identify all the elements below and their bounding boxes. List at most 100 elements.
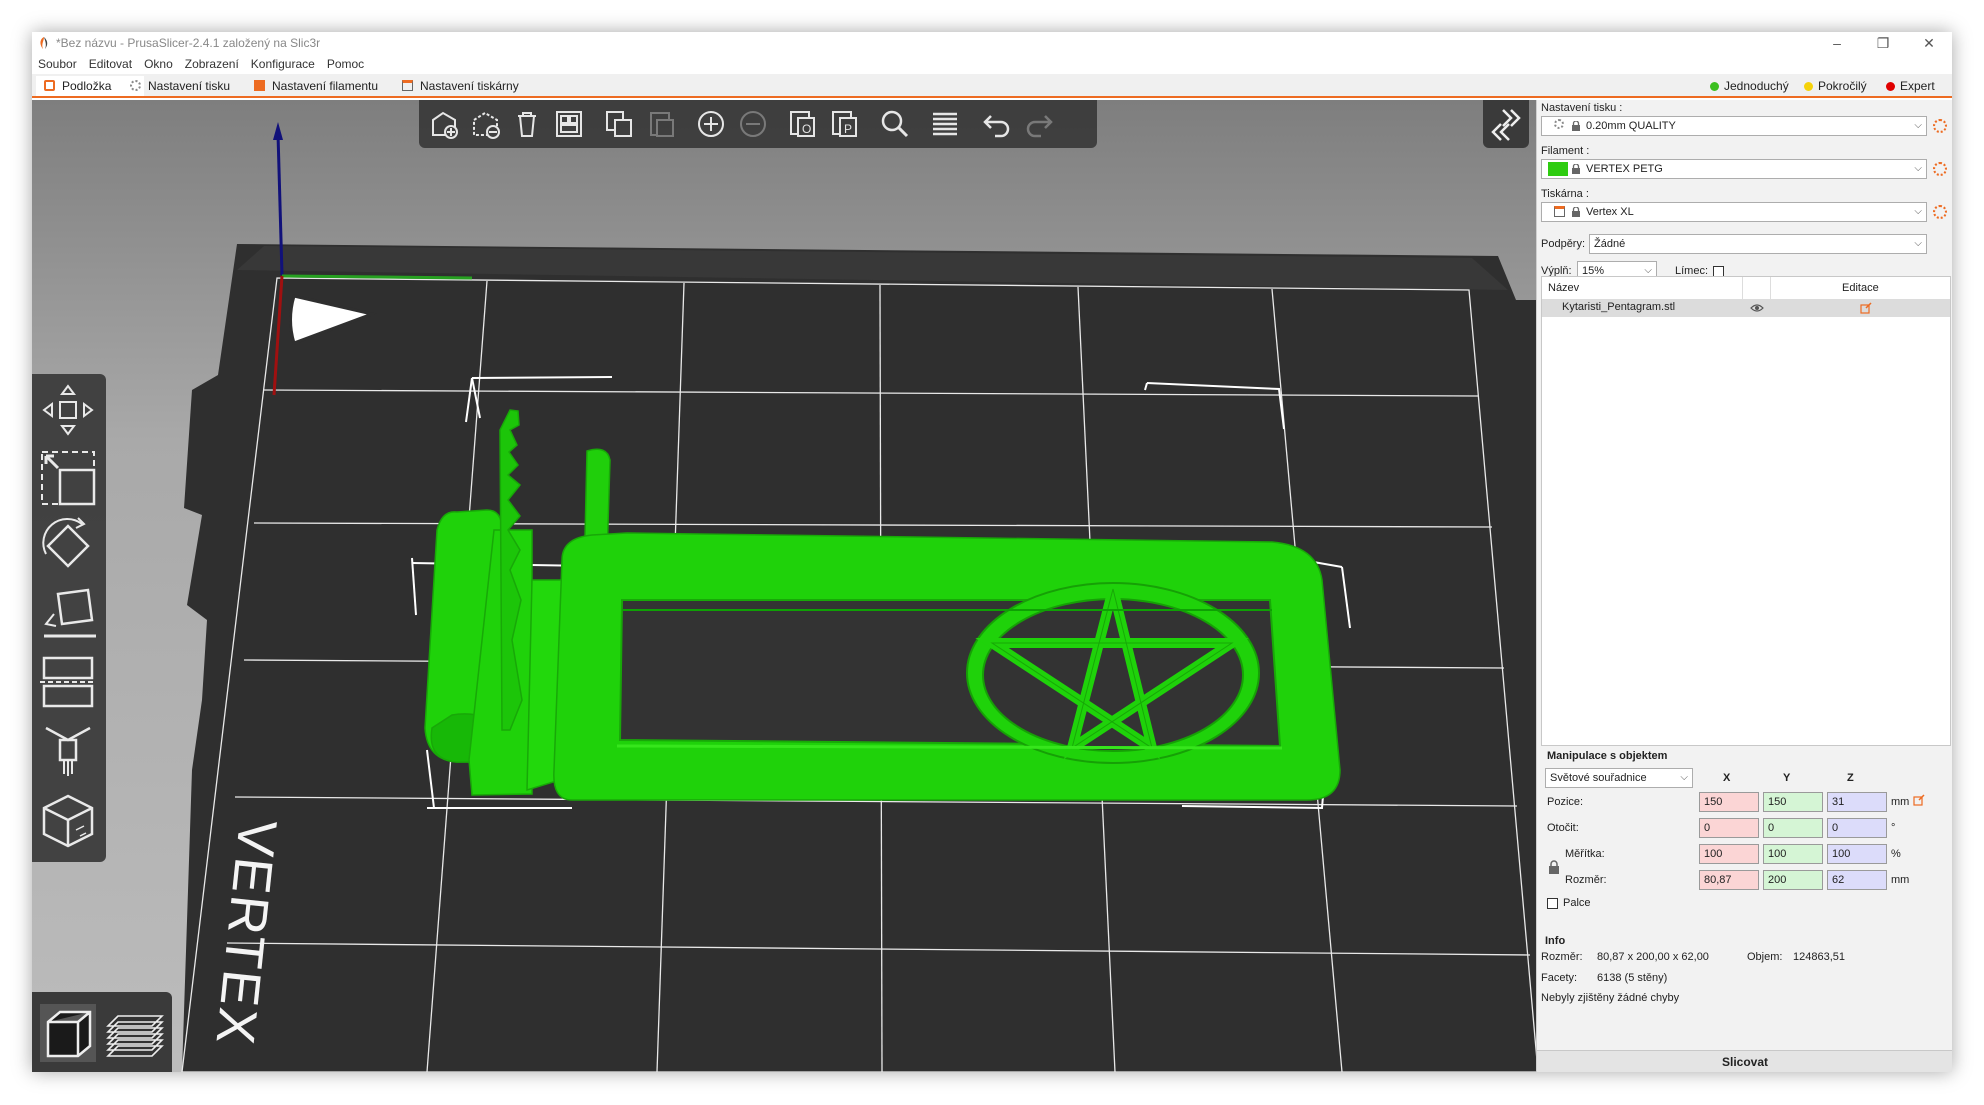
- print-settings-select[interactable]: 0.20mm QUALITY ⌵: [1541, 116, 1927, 136]
- printer-icon: [402, 80, 413, 91]
- maximize-button[interactable]: ❐: [1860, 32, 1906, 54]
- lock-icon: [1572, 207, 1580, 217]
- menu-configuration[interactable]: Konfigurace: [245, 54, 321, 74]
- 3d-viewport[interactable]: VERTEX O P: [32, 100, 1536, 1072]
- printer-select[interactable]: Vertex XL ⌵: [1541, 202, 1927, 222]
- rotate-icon[interactable]: [38, 516, 98, 576]
- position-z-input[interactable]: 31: [1827, 792, 1887, 812]
- spool-icon: [254, 80, 265, 91]
- top-toolbar: O P: [419, 100, 1097, 148]
- filament-color-swatch[interactable]: [1548, 162, 1568, 176]
- 3d-scene: VERTEX: [181, 122, 1536, 1072]
- prusaslicer-logo-icon: [40, 37, 48, 49]
- size-y-input[interactable]: 200: [1763, 870, 1823, 890]
- mode-expert[interactable]: Expert: [1880, 76, 1943, 96]
- axis-z-label: Z: [1847, 772, 1854, 784]
- gizmo-toolbar: [32, 374, 106, 862]
- column-name-header[interactable]: Název: [1548, 282, 1579, 294]
- object-list: Název Editace Kytaristi_Pentagram.stl: [1541, 276, 1951, 746]
- add-icon[interactable]: [427, 108, 459, 140]
- delete-all-icon[interactable]: [511, 108, 543, 140]
- tab-printer-settings[interactable]: Nastavení tiskárny: [394, 76, 529, 96]
- undo-icon[interactable]: [981, 108, 1013, 140]
- arrange-icon[interactable]: [553, 108, 585, 140]
- place-on-face-icon[interactable]: [38, 584, 98, 644]
- tab-print-settings[interactable]: Nastavení tisku: [122, 76, 240, 96]
- position-y-input[interactable]: 150: [1763, 792, 1823, 812]
- scale-x-input[interactable]: 100: [1699, 844, 1759, 864]
- supports-select[interactable]: Žádné ⌵: [1589, 234, 1927, 254]
- object-manipulation-panel: Manipulace s objektem Světové souřadnice…: [1541, 750, 1949, 925]
- gear-icon: [1554, 119, 1564, 129]
- preview-layers-icon[interactable]: [104, 1002, 166, 1064]
- window-title: *Bez názvu - PrusaSlicer-2.4.1 založený …: [56, 36, 321, 50]
- object-row[interactable]: Kytaristi_Pentagram.stl: [1542, 299, 1950, 317]
- tab-filament-settings-label: Nastavení filamentu: [272, 79, 379, 93]
- menu-window[interactable]: Okno: [138, 54, 179, 74]
- paint-supports-icon[interactable]: [38, 720, 98, 780]
- scale-z-input[interactable]: 100: [1827, 844, 1887, 864]
- rotate-x-input[interactable]: 0: [1699, 818, 1759, 838]
- mode-simple-dot: [1710, 82, 1719, 91]
- mode-advanced[interactable]: Pokročilý: [1798, 76, 1875, 96]
- lock-icon: [1572, 121, 1580, 131]
- column-edit-header[interactable]: Editace: [1842, 282, 1879, 294]
- split-objects-icon[interactable]: O: [787, 108, 819, 140]
- filament-select[interactable]: VERTEX PETG ⌵: [1541, 159, 1927, 179]
- rotate-unit: °: [1891, 822, 1896, 834]
- collapse-sidebar-button[interactable]: [1483, 100, 1529, 148]
- 3d-view-icon[interactable]: [38, 1002, 98, 1064]
- eye-icon[interactable]: [1750, 303, 1764, 313]
- rotate-y-input[interactable]: 0: [1763, 818, 1823, 838]
- printer-icon: [1554, 206, 1565, 217]
- split-parts-icon[interactable]: P: [829, 108, 861, 140]
- edit-settings-icon[interactable]: [1860, 302, 1872, 314]
- copy-icon[interactable]: [603, 108, 635, 140]
- tab-filament-settings[interactable]: Nastavení filamentu: [246, 76, 388, 96]
- lock-scale-icon[interactable]: [1549, 860, 1559, 874]
- search-icon[interactable]: [879, 108, 911, 140]
- position-x-input[interactable]: 150: [1699, 792, 1759, 812]
- slice-button[interactable]: Slicovat: [1537, 1050, 1952, 1072]
- menu-file[interactable]: Soubor: [32, 54, 83, 74]
- size-z-input[interactable]: 62: [1827, 870, 1887, 890]
- filament-label: Filament :: [1541, 145, 1590, 157]
- column-divider: [1742, 277, 1743, 299]
- delete-icon[interactable]: [469, 108, 501, 140]
- paste-icon[interactable]: [645, 108, 677, 140]
- object-list-header: Název Editace: [1542, 277, 1950, 300]
- menu-view[interactable]: Zobrazení: [179, 54, 245, 74]
- manipulation-title: Manipulace s objektem: [1547, 750, 1668, 762]
- coordinate-system-select[interactable]: Světové souřadnice ⌵: [1545, 768, 1693, 788]
- close-button[interactable]: ✕: [1906, 32, 1952, 54]
- gear-icon: [130, 80, 141, 91]
- minimize-button[interactable]: –: [1814, 32, 1860, 54]
- menu-bar: Soubor Editovat Okno Zobrazení Konfigurace Po…: [32, 54, 1952, 74]
- menu-edit[interactable]: Editovat: [83, 54, 138, 74]
- scale-y-input[interactable]: 100: [1763, 844, 1823, 864]
- size-x-input[interactable]: 80,87: [1699, 870, 1759, 890]
- double-chevron-icon: [1491, 109, 1521, 141]
- info-facets-label: Facety:: [1541, 972, 1578, 984]
- tab-print-settings-label: Nastavení tisku: [148, 79, 231, 93]
- info-volume-value: 124863,51: [1793, 951, 1845, 963]
- mode-simple[interactable]: Jednoduchý: [1704, 76, 1797, 96]
- inches-checkbox[interactable]: [1547, 898, 1558, 909]
- view-cube-icon[interactable]: [38, 790, 98, 850]
- cut-icon[interactable]: [38, 652, 98, 712]
- move-icon[interactable]: [38, 380, 98, 440]
- menu-help[interactable]: Pomoc: [321, 54, 370, 74]
- printer-edit-icon[interactable]: [1933, 205, 1947, 219]
- chevron-down-icon: ⌵: [1914, 206, 1922, 217]
- redo-icon[interactable]: [1023, 108, 1055, 140]
- drop-to-bed-icon[interactable]: [1913, 794, 1925, 806]
- layers-icon[interactable]: [929, 108, 961, 140]
- remove-instance-icon[interactable]: [737, 108, 769, 140]
- print-settings-edit-icon[interactable]: [1933, 119, 1947, 133]
- info-size-value: 80,87 x 200,00 x 62,00: [1597, 951, 1709, 963]
- filament-edit-icon[interactable]: [1933, 162, 1947, 176]
- add-instance-icon[interactable]: [695, 108, 727, 140]
- scale-icon[interactable]: [38, 448, 98, 508]
- rotate-z-input[interactable]: 0: [1827, 818, 1887, 838]
- filament-value: VERTEX PETG: [1586, 163, 1663, 175]
